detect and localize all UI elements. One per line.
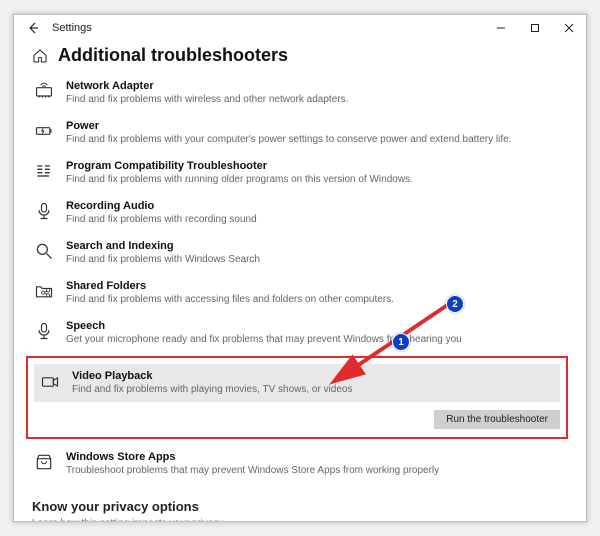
video-playback-icon (40, 372, 60, 392)
troubleshooter-title: Recording Audio (66, 200, 564, 212)
troubleshooter-item[interactable]: Search and Indexing Find and fix problem… (32, 234, 568, 274)
troubleshooter-title: Windows Store Apps (66, 451, 564, 463)
troubleshooter-list: Network Adapter Find and fix problems wi… (32, 74, 568, 485)
run-troubleshooter-button[interactable]: Run the troubleshooter (434, 410, 560, 429)
troubleshooter-title: Program Compatibility Troubleshooter (66, 160, 564, 172)
minimize-button[interactable] (484, 15, 518, 41)
troubleshooter-item[interactable]: Program Compatibility Troubleshooter Fin… (32, 154, 568, 194)
program-compatibility-icon (34, 161, 54, 181)
troubleshooter-title: Power (66, 120, 564, 132)
troubleshooter-title: Shared Folders (66, 280, 564, 292)
troubleshooter-item[interactable]: Recording Audio Find and fix problems wi… (32, 194, 568, 234)
shared-folders-icon (34, 281, 54, 301)
page-title: Additional troubleshooters (58, 45, 288, 66)
page-title-row: Additional troubleshooters (32, 45, 568, 66)
highlighted-selection-box: Video Playback Find and fix problems wit… (26, 356, 568, 439)
troubleshooter-desc: Find and fix problems with Windows Searc… (66, 253, 564, 266)
troubleshooter-desc: Get your microphone ready and fix proble… (66, 333, 564, 346)
content-area: Additional troubleshooters Network Adapt… (14, 41, 586, 521)
close-button[interactable] (552, 15, 586, 41)
troubleshooter-desc: Find and fix problems with accessing fil… (66, 293, 564, 306)
troubleshooter-title: Network Adapter (66, 80, 564, 92)
privacy-title: Know your privacy options (32, 499, 568, 514)
troubleshooter-desc: Find and fix problems with your computer… (66, 133, 564, 146)
window-title: Settings (52, 22, 92, 34)
microphone-icon (34, 201, 54, 221)
search-icon (34, 241, 54, 261)
titlebar: Settings (14, 15, 586, 41)
home-icon[interactable] (32, 48, 48, 64)
troubleshooter-item[interactable]: Power Find and fix problems with your co… (32, 114, 568, 154)
troubleshooter-title: Search and Indexing (66, 240, 564, 252)
privacy-section: Know your privacy options Learn how this… (32, 499, 568, 521)
speech-icon (34, 321, 54, 341)
minimize-icon (496, 23, 506, 33)
troubleshooter-item[interactable]: Network Adapter Find and fix problems wi… (32, 74, 568, 114)
back-button[interactable] (20, 15, 46, 41)
troubleshooter-item[interactable]: Speech Get your microphone ready and fix… (32, 314, 568, 354)
troubleshooter-title: Speech (66, 320, 564, 332)
maximize-button[interactable] (518, 15, 552, 41)
maximize-icon (530, 23, 540, 33)
troubleshooter-desc: Troubleshoot problems that may prevent W… (66, 464, 564, 477)
troubleshooter-item-selected[interactable]: Video Playback Find and fix problems wit… (34, 364, 560, 402)
store-apps-icon (34, 452, 54, 472)
troubleshooter-item[interactable]: Windows Store Apps Troubleshoot problems… (32, 445, 568, 485)
troubleshooter-desc: Find and fix problems with running older… (66, 173, 564, 186)
troubleshooter-title: Video Playback (72, 370, 554, 382)
settings-window: Settings Additional troubleshooters (13, 14, 587, 522)
close-icon (564, 23, 574, 33)
troubleshooter-item[interactable]: Shared Folders Find and fix problems wit… (32, 274, 568, 314)
back-arrow-icon (26, 21, 40, 35)
privacy-desc: Learn how this setting impacts your priv… (32, 518, 568, 521)
power-icon (34, 121, 54, 141)
troubleshooter-desc: Find and fix problems with playing movie… (72, 383, 554, 396)
troubleshooter-desc: Find and fix problems with recording sou… (66, 213, 564, 226)
network-adapter-icon (34, 81, 54, 101)
troubleshooter-desc: Find and fix problems with wireless and … (66, 93, 564, 106)
